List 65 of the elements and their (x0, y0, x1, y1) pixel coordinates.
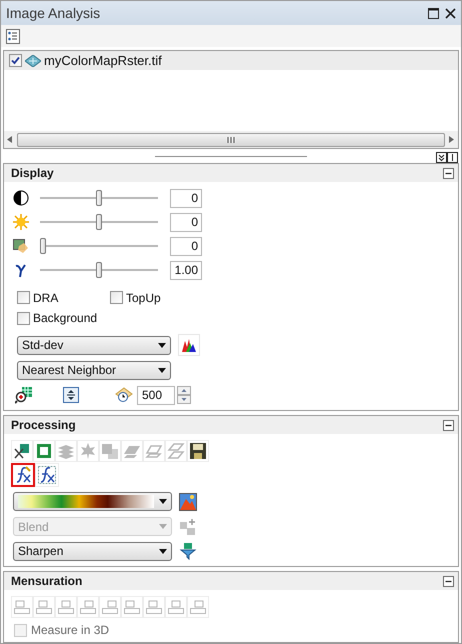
grip-icon (227, 136, 235, 142)
histogram-icon[interactable] (178, 334, 200, 356)
slider-thumb[interactable] (96, 262, 102, 278)
checkbox-label: Background (33, 310, 98, 327)
refresh-timer-icon (115, 387, 133, 403)
checkbox[interactable] (17, 291, 30, 304)
slider-thumb[interactable] (40, 238, 46, 254)
collapse-icon[interactable] (443, 168, 454, 178)
checkbox[interactable] (17, 312, 30, 324)
dropdown[interactable] (13, 492, 172, 511)
section-title: Display (11, 165, 54, 182)
collapse-icon[interactable] (443, 576, 454, 586)
value-field[interactable]: 0 (170, 212, 202, 232)
scroll-left-icon[interactable] (7, 136, 13, 143)
caret-icon (158, 368, 166, 372)
function-icon[interactable] (11, 463, 35, 487)
maximize-icon[interactable] (428, 8, 439, 18)
contrast-icon (13, 190, 29, 206)
checkbox[interactable] (9, 54, 22, 67)
transparency-icon (13, 238, 29, 254)
spin-down-icon[interactable] (177, 395, 191, 404)
raster-layer-icon (25, 54, 41, 66)
fit-icon[interactable] (63, 387, 79, 403)
add-layer-icon[interactable] (179, 518, 197, 536)
clip-icon[interactable] (11, 440, 33, 462)
scrollbar-thumb[interactable] (17, 132, 445, 146)
section-title: Processing (11, 417, 76, 434)
caret-icon (159, 524, 167, 529)
zoom-grid-icon[interactable] (15, 386, 33, 404)
grid-icon[interactable] (33, 440, 55, 462)
save-icon[interactable] (187, 440, 209, 462)
horizontal-scrollbar[interactable] (4, 131, 458, 148)
image-icon[interactable] (179, 492, 197, 510)
value-field[interactable]: 1.00 (170, 260, 202, 280)
section-title: Mensuration (11, 573, 82, 590)
checkbox-label: DRA (33, 290, 58, 306)
layer-name: myColorMapRster.tif (44, 52, 162, 70)
section-header[interactable]: Display (4, 164, 458, 182)
caret-icon (158, 342, 166, 348)
function-editor-icon[interactable] (35, 463, 59, 487)
section-header[interactable]: Processing (4, 416, 458, 434)
value-field[interactable]: 0 (170, 236, 202, 256)
caret-icon (159, 548, 167, 554)
collapse-all-icon[interactable] (436, 152, 447, 163)
dropdown[interactable]: Sharpen (13, 542, 172, 560)
window-title: Image Analysis (6, 4, 100, 23)
section-header[interactable]: Mensuration (4, 572, 458, 590)
spin-up-icon[interactable] (177, 386, 191, 395)
collapse-icon[interactable] (443, 420, 454, 430)
slider-thumb[interactable] (96, 190, 102, 206)
checkbox[interactable] (110, 291, 123, 304)
slider-thumb[interactable] (96, 214, 102, 230)
refresh-field[interactable]: 500 (137, 386, 175, 404)
dropdown[interactable]: Nearest Neighbor (17, 360, 171, 380)
checkbox-label: TopUp (126, 290, 161, 306)
layer-item[interactable]: myColorMapRster.tif (4, 51, 458, 70)
close-icon[interactable] (445, 8, 456, 18)
list-options-icon[interactable] (6, 28, 20, 44)
caret-icon (159, 499, 167, 504)
dropdown[interactable]: Std-dev (17, 336, 171, 354)
filter-icon[interactable] (179, 542, 197, 560)
checkbox-label: Measure in 3D (31, 622, 110, 639)
value-field[interactable]: 0 (170, 188, 202, 208)
sun-icon (13, 214, 29, 230)
scroll-right-icon[interactable] (449, 136, 455, 143)
